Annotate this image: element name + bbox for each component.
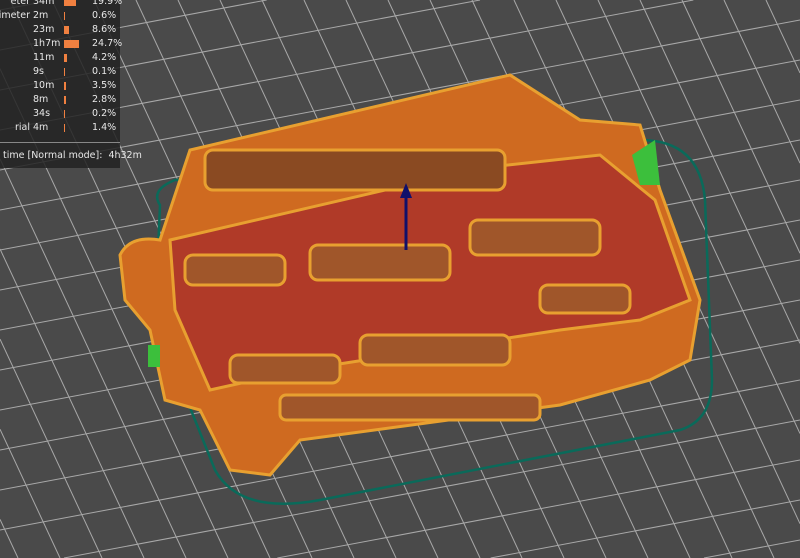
feature-percent: 8.6%	[92, 24, 117, 35]
estimated-time: time [Normal mode]: 4h32m	[3, 150, 148, 161]
legend-row: 9s 0.1%	[0, 66, 120, 80]
feature-label: rial	[14, 122, 30, 133]
grid-line	[0, 248, 145, 558]
feature-time: 8m	[33, 94, 49, 105]
grid-line	[277, 459, 800, 558]
feature-time: 34s	[33, 108, 51, 119]
3d-preview-viewport[interactable]	[0, 0, 800, 558]
feature-percent: 0.6%	[92, 10, 117, 21]
grid-line	[0, 519, 19, 558]
legend-row: 11m 4.2%	[0, 52, 120, 66]
grid-line	[63, 419, 800, 558]
feature-percent: 1.4%	[92, 122, 117, 133]
feature-percent: 0.2%	[92, 108, 117, 119]
feature-time: 1h7m	[33, 38, 61, 49]
grid-line	[703, 539, 800, 558]
legend-row: 23m 8.6%	[0, 24, 120, 38]
legend-row: 10m 3.5%	[0, 80, 120, 94]
feature-bar	[64, 0, 76, 6]
feature-time: 4m	[33, 122, 49, 133]
feature-bar	[64, 82, 67, 90]
feature-bar	[64, 12, 65, 20]
feature-percent: 19.9%	[92, 0, 123, 7]
feature-bar	[64, 40, 79, 48]
feature-time: 2m	[33, 10, 49, 21]
legend-row: eter 34m 19.9%	[0, 0, 123, 10]
feature-percent: 2.8%	[92, 94, 117, 105]
grid-line	[681, 0, 800, 254]
legend-row: 1h7m 24.7%	[0, 38, 123, 52]
feature-percent: 0.1%	[92, 66, 117, 77]
feature-bar	[64, 54, 67, 62]
feature-time: 9s	[33, 66, 44, 77]
feature-time: 10m	[33, 80, 55, 91]
feature-percent: 3.5%	[92, 80, 117, 91]
feature-percent: 4.2%	[92, 52, 117, 63]
feature-bar	[64, 96, 66, 104]
grid-line	[0, 338, 103, 558]
legend-row: imeter 2m 0.6%	[0, 10, 120, 24]
feature-bar	[64, 110, 65, 118]
legend-row: 8m 2.8%	[0, 94, 120, 108]
support-green-2	[148, 345, 160, 367]
legend-row: rial 4m 1.4%	[0, 122, 120, 136]
feature-time: 34m	[33, 0, 55, 7]
feature-time: 23m	[33, 24, 55, 35]
feature-percent: 24.7%	[92, 38, 123, 49]
total-time-label: time [Normal mode]:	[3, 150, 103, 161]
feature-bar	[64, 124, 65, 132]
feature-label: eter	[10, 0, 30, 7]
legend-row: 34s 0.2%	[0, 108, 120, 122]
grid-line	[723, 0, 800, 164]
grid-line	[765, 0, 800, 74]
feature-bar	[64, 26, 70, 34]
legend-divider	[0, 142, 120, 143]
total-time-value: 4h32m	[108, 150, 142, 161]
feature-time: 11m	[33, 52, 55, 63]
grid-line	[490, 499, 800, 558]
feature-label: imeter	[0, 10, 30, 21]
legend-panel: eter 34m 19.9% imeter 2m 0.6% 23m 8.6% 1h…	[0, 0, 142, 168]
feature-bar	[64, 68, 65, 76]
